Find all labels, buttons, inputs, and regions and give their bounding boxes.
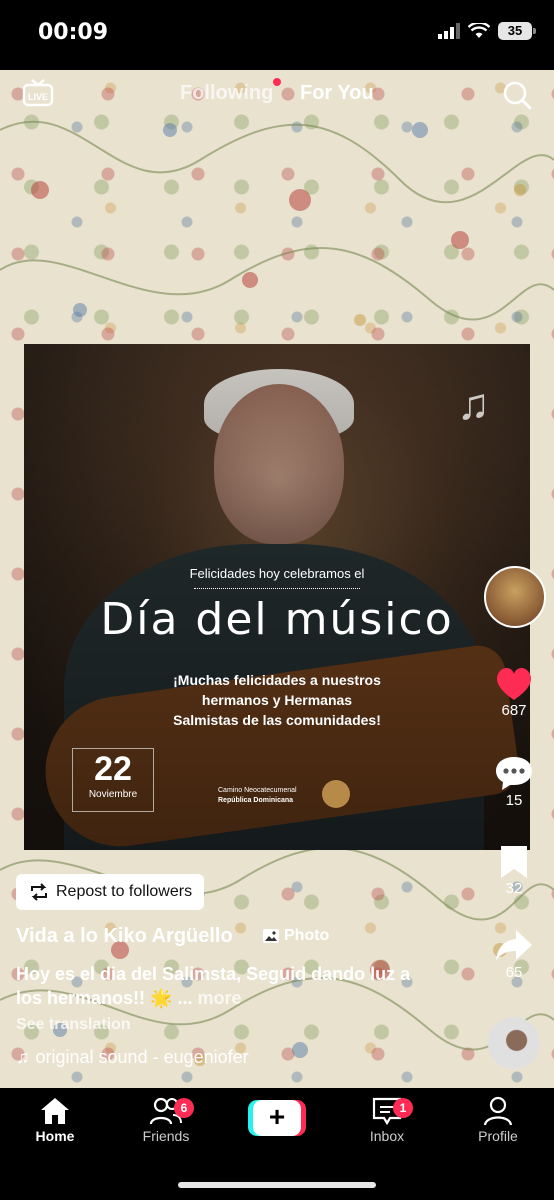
heart-icon: [496, 667, 532, 700]
nav-friends-label: Friends: [142, 1128, 190, 1144]
like-count: 687: [501, 702, 527, 719]
share-button[interactable]: 65: [484, 928, 544, 981]
comment-count: 15: [505, 792, 523, 809]
repost-label: Repost to followers: [56, 883, 193, 900]
live-tv-icon[interactable]: LIVE: [22, 78, 54, 108]
wifi-icon: [468, 23, 490, 38]
repost-button[interactable]: Repost to followers: [16, 874, 205, 910]
poster-date-box: 22 Noviembre: [72, 748, 154, 812]
photo-tag[interactable]: Photo: [262, 927, 329, 945]
battery-indicator: 35: [498, 22, 536, 40]
nav-profile[interactable]: Profile: [458, 1096, 538, 1144]
share-count: 65: [505, 964, 523, 981]
sound-link[interactable]: ♫ original sound - eugeniofer: [16, 1047, 249, 1068]
poster-org-line: República Dominicana: [218, 797, 294, 804]
signal-icon: [438, 23, 460, 39]
nav-inbox[interactable]: Inbox 1: [347, 1096, 427, 1144]
nav-friends[interactable]: Friends 6: [126, 1096, 206, 1144]
tab-for-you[interactable]: For You: [300, 82, 374, 105]
post-caption[interactable]: Hoy es el dia del Salimsta, Seguid dando…: [16, 962, 436, 1010]
svg-text:LIVE: LIVE: [28, 92, 48, 102]
poster-divider: [194, 588, 360, 589]
home-indicator: [178, 1182, 376, 1188]
nav-home[interactable]: Home: [15, 1096, 95, 1144]
bookmark-icon: [501, 846, 527, 878]
status-icons: 35: [438, 22, 536, 40]
create-button[interactable]: +: [248, 1100, 306, 1136]
poster-date-day: 22: [94, 750, 132, 788]
poster-date-month: Noviembre: [88, 789, 138, 800]
music-note-icon: ♫: [16, 1047, 30, 1067]
photo-tag-label: Photo: [284, 927, 330, 944]
plus-icon: +: [253, 1100, 301, 1136]
top-navigation: LIVE Following For You: [0, 78, 554, 114]
poster-org-line: Camino Neocatecumenal: [218, 787, 297, 794]
repost-icon: [31, 883, 47, 901]
comment-button[interactable]: 15: [484, 754, 544, 809]
see-translation-link[interactable]: See translation: [16, 1016, 131, 1034]
nav-inbox-label: Inbox: [369, 1128, 405, 1144]
poster-organization: Camino Neocatecumenal República Dominica…: [218, 786, 297, 806]
save-count: 32: [505, 880, 523, 897]
post-image[interactable]: ♫ Felicidades hoy celebramos el Día del …: [24, 344, 530, 850]
poster-message-line: ¡Muchas felicidades a nuestros: [173, 672, 381, 688]
status-bar: 00:09 35: [0, 0, 554, 70]
home-icon: [41, 1098, 69, 1124]
search-icon[interactable]: [502, 80, 532, 110]
profile-icon: [483, 1096, 513, 1126]
creator-avatar[interactable]: [484, 566, 546, 628]
inbox-badge: 1: [393, 1098, 413, 1118]
status-time: 00:09: [38, 20, 109, 45]
poster-message: ¡Muchas felicidades a nuestros hermanos …: [24, 670, 530, 730]
like-button[interactable]: 687: [484, 666, 544, 719]
author-name[interactable]: Vida a lo Kiko Argüello: [16, 925, 233, 948]
poster-message-line: hermanos y Hermanas: [201, 692, 353, 708]
sound-disc-avatar[interactable]: [488, 1017, 540, 1069]
poster-subtitle: Felicidades hoy celebramos el: [189, 566, 365, 581]
share-arrow-icon: [496, 930, 532, 961]
photo-icon: [263, 929, 279, 943]
nav-profile-label: Profile: [478, 1128, 518, 1144]
comment-icon: [496, 757, 532, 790]
sound-name: original sound - eugeniofer: [35, 1047, 249, 1067]
nav-home-label: Home: [35, 1128, 75, 1144]
poster-logo: [322, 780, 350, 808]
poster-message-line: Salmistas de las comunidades!: [173, 712, 381, 728]
friends-badge: 6: [174, 1098, 194, 1118]
poster-title: Día del músico: [100, 594, 454, 645]
tab-following[interactable]: Following: [180, 82, 273, 105]
following-notification-dot: [273, 78, 281, 86]
music-notes-icon: ♫: [457, 380, 490, 429]
caption-more-link[interactable]: more: [197, 988, 241, 1008]
save-button[interactable]: 32: [484, 844, 544, 897]
